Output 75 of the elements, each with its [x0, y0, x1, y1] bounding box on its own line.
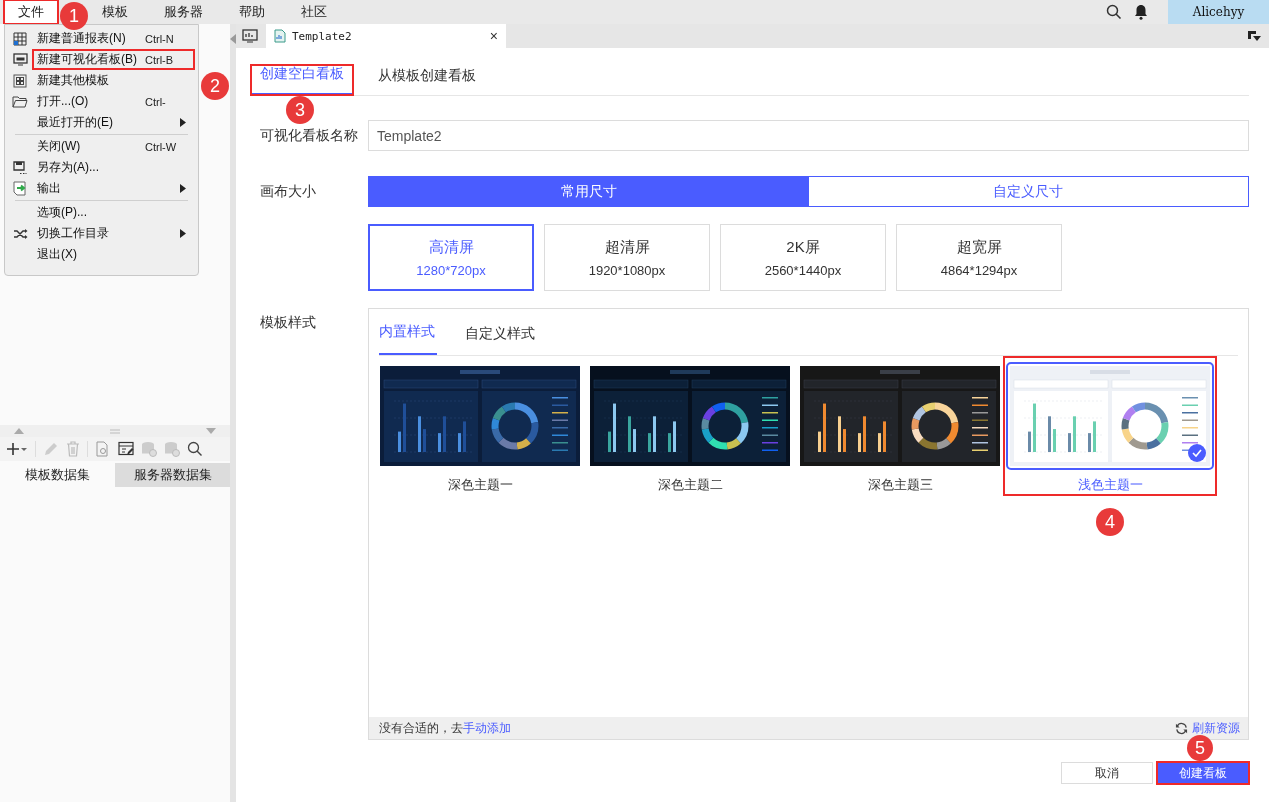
menu-entry[interactable]: 关闭(W) Ctrl-W [33, 137, 194, 156]
close-button[interactable]: × [489, 28, 498, 44]
refresh-icon[interactable] [1175, 721, 1188, 735]
menu-item[interactable]: 模板 [88, 0, 142, 24]
tab-title: Template2 [292, 29, 352, 43]
size-mode-option[interactable]: 常用尺寸 [369, 177, 809, 206]
refresh-link[interactable]: 刷新资源 [1192, 719, 1240, 737]
add-icon[interactable] [6, 442, 28, 456]
size-preset-card[interactable]: 高清屏 1280*720px [368, 224, 534, 291]
menu-item[interactable]: 社区 [287, 0, 341, 24]
bell-icon[interactable] [1134, 4, 1148, 20]
cancel-button[interactable]: 取消 [1061, 762, 1153, 784]
search-icon[interactable] [187, 441, 203, 457]
user-name[interactable]: Alicehyy [1168, 0, 1269, 24]
search-icon[interactable] [1106, 4, 1122, 20]
size-preset-card[interactable]: 2K屏 2560*1440px [720, 224, 886, 291]
field-label: 画布大小 [259, 182, 317, 201]
create-button[interactable]: 创建看板 [1157, 762, 1249, 784]
menu-entry[interactable]: 新建可视化看板(B) Ctrl-B [33, 50, 194, 69]
menu-entry[interactable]: 输出 [33, 179, 194, 198]
menu-entry[interactable]: 另存为(A)... [33, 158, 194, 177]
dashboard-file-icon [274, 29, 286, 43]
export-icon [12, 181, 28, 196]
menu-entry[interactable]: 选项(P)... [33, 203, 194, 222]
field-label: 模板样式 [259, 313, 317, 332]
preset-name: 超宽屏 [956, 237, 1002, 257]
preset-size: 1280*720px [416, 262, 486, 278]
step-badge: 4 [1096, 508, 1124, 536]
folder-icon [12, 95, 28, 108]
shuffle-icon [12, 227, 28, 240]
theme-name: 浅色主题一 [1077, 476, 1143, 494]
dashboard-icon[interactable] [242, 29, 258, 43]
hint-text: 没有合适的，去手动添加 [379, 719, 511, 737]
theme-name: 深色主题三 [867, 476, 933, 494]
monitor-icon [12, 53, 28, 66]
floppy-icon [13, 160, 27, 175]
tiles-icon [13, 73, 27, 88]
submenu-arrow-icon [180, 229, 186, 238]
dialog-tab[interactable]: 创建空白看板 [251, 65, 353, 95]
style-tab[interactable]: 自定义样式 [465, 325, 537, 355]
grid-icon [13, 31, 27, 46]
size-preset-card[interactable]: 超宽屏 4864*1294px [896, 224, 1062, 291]
preset-name: 高清屏 [428, 237, 474, 257]
editor-tab[interactable]: Template2 × [266, 24, 506, 48]
submenu-arrow-icon [180, 184, 186, 193]
name-input-field[interactable]: Template2 [368, 120, 1249, 151]
add-manually-link[interactable]: 手动添加 [463, 720, 511, 735]
dataset-tab[interactable]: 服务器数据集 [115, 463, 230, 487]
menu-entry[interactable]: 最近打开的(E) [33, 113, 194, 132]
preset-size: 2560*1440px [764, 262, 842, 278]
drag-handle-icon[interactable] [110, 428, 120, 434]
menu-item[interactable]: 服务器 [150, 0, 217, 24]
size-preset-card[interactable]: 超清屏 1920*1080px [544, 224, 710, 291]
style-tab[interactable]: 内置样式 [379, 323, 437, 355]
theme-name: 深色主题二 [657, 476, 723, 494]
layout-menu-icon[interactable] [1247, 30, 1261, 42]
menu-entry[interactable]: 切换工作目录 [33, 224, 194, 243]
step-badge: 5 [1187, 735, 1213, 761]
table-edit-icon[interactable] [118, 441, 134, 457]
step-badge: 3 [286, 96, 314, 124]
dialog-tab[interactable]: 从模板创建看板 [369, 67, 485, 95]
menu-entry[interactable]: 新建普通报表(N) Ctrl-N [33, 29, 194, 48]
preset-name: 2K屏 [786, 237, 820, 257]
check-icon [1188, 444, 1206, 462]
menu-item[interactable]: 文件 [4, 0, 58, 24]
menu-entry[interactable]: 打开...(O) Ctrl- [33, 92, 194, 111]
preset-size: 1920*1080px [588, 262, 666, 278]
menu-entry[interactable]: 退出(X) [33, 245, 194, 264]
theme-name: 深色主题一 [447, 476, 513, 494]
submenu-arrow-icon [180, 118, 186, 127]
menu-entry[interactable]: 新建其他模板 [33, 71, 194, 90]
preset-size: 4864*1294px [940, 262, 1018, 278]
menu-item[interactable]: 帮助 [225, 0, 279, 24]
preset-name: 超清屏 [604, 237, 650, 257]
field-label: 可视化看板名称 [259, 126, 359, 145]
